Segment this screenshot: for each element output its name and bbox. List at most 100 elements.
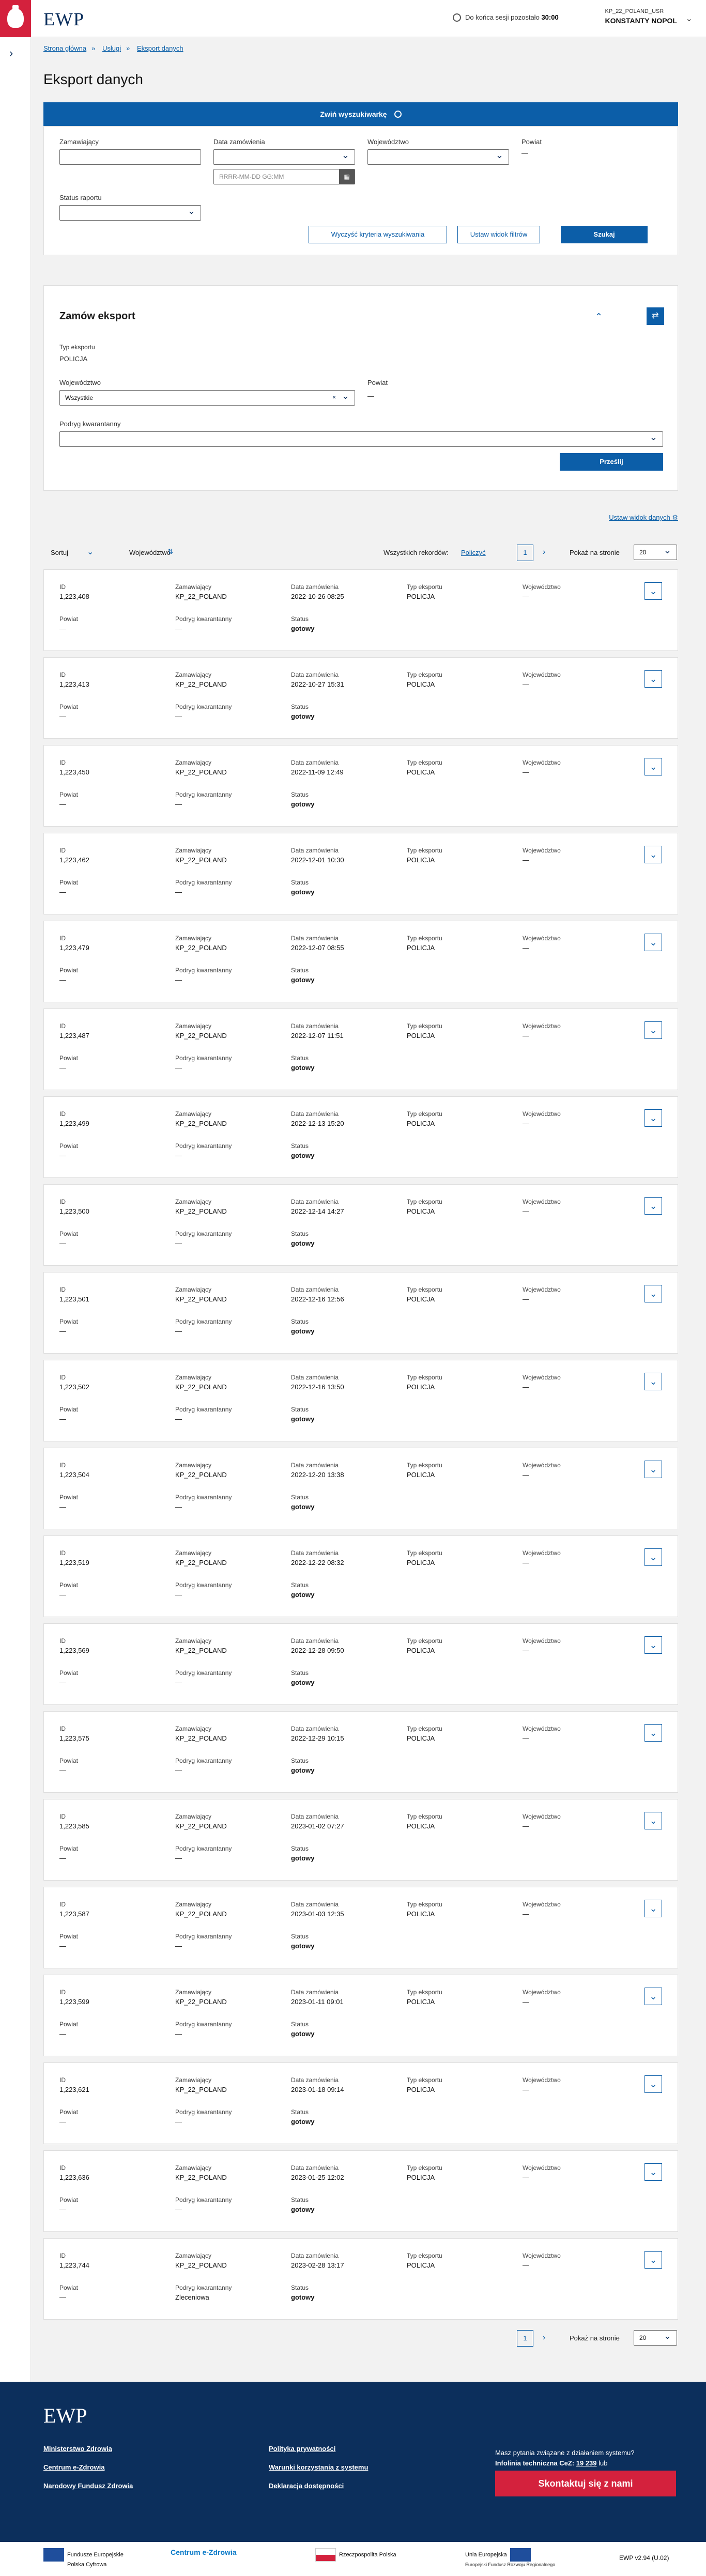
expand-record-button[interactable]: ⌄: [644, 1988, 662, 2005]
field-status: gotowy: [291, 1327, 315, 1335]
voivodeship-order-select[interactable]: Wszystkie ×: [59, 390, 355, 406]
field-zam: KP_22_POLAND: [175, 1822, 227, 1830]
field-powiat: —: [59, 1152, 66, 1159]
next-page-icon-bottom[interactable]: ›: [543, 2333, 545, 2342]
footer-link-cez[interactable]: Centrum e-Zdrowia: [43, 2463, 104, 2471]
field-woj: —: [523, 680, 529, 688]
next-page-icon[interactable]: ›: [543, 548, 545, 557]
sort-direction-icon[interactable]: ⇅: [167, 548, 173, 556]
field-label: ID: [59, 1725, 66, 1732]
calendar-icon[interactable]: ▦: [339, 169, 355, 184]
field-label: Zamawiający: [175, 759, 212, 766]
field-woj: —: [523, 1998, 529, 2006]
clock-icon: [453, 13, 461, 22]
order-date-select[interactable]: [213, 149, 355, 165]
field-powiat: —: [59, 625, 66, 632]
page-title: Eksport danych: [43, 71, 143, 87]
count-link[interactable]: Policzyć: [461, 549, 486, 556]
filter-view-button[interactable]: Ustaw widok filtrów: [457, 226, 540, 243]
clear-criteria-button[interactable]: Wyczyść kryteria wyszukiwania: [309, 226, 447, 243]
quarantine-select[interactable]: [59, 431, 663, 447]
expand-record-button[interactable]: ⌄: [644, 1900, 662, 1917]
per-page-select-bottom[interactable]: 20: [634, 2330, 677, 2346]
expand-record-button[interactable]: ⌄: [644, 1373, 662, 1390]
sort-dropdown-icon[interactable]: ⌄: [87, 547, 94, 557]
field-label: Data zamówienia: [291, 671, 339, 678]
field-label: ID: [59, 1901, 66, 1908]
sidebar-toggle-icon[interactable]: ›: [9, 46, 13, 60]
page-number-bottom[interactable]: 1: [517, 2330, 533, 2347]
expand-record-button[interactable]: ⌄: [644, 1548, 662, 1566]
field-powiat: —: [59, 1679, 66, 1686]
field-label: Powiat: [59, 1669, 79, 1677]
field-label: Data zamówienia: [291, 1637, 339, 1644]
field-label: Status: [291, 2108, 309, 2116]
chevron-down-icon[interactable]: ⌄: [686, 13, 693, 24]
field-label: Podryg kwarantanny: [175, 2021, 232, 2028]
field-label: Województwo: [523, 1022, 561, 1030]
expand-record-button[interactable]: ⌄: [644, 758, 662, 775]
field-powiat: —: [59, 1064, 66, 1072]
rp-logo: Rzeczpospolita Polska: [315, 2548, 396, 2562]
refresh-icon[interactable]: ⇄: [647, 307, 664, 325]
expand-record-button[interactable]: ⌄: [644, 1461, 662, 1478]
field-id: 1,223,450: [59, 768, 89, 776]
expand-record-button[interactable]: ⌄: [644, 1724, 662, 1742]
field-powiat: —: [59, 2206, 66, 2213]
expand-record-button[interactable]: ⌄: [644, 2075, 662, 2093]
user-menu[interactable]: KP_22_POLAND_USR KONSTANTY NOPOL: [605, 8, 678, 25]
expand-record-button[interactable]: ⌄: [644, 1021, 662, 1039]
field-typ: POLICJA: [407, 1120, 435, 1127]
footer-link-terms[interactable]: Warunki korzystania z systemu: [269, 2463, 368, 2471]
submit-order-button[interactable]: Prześlij: [560, 453, 663, 471]
field-woj: —: [523, 1120, 529, 1127]
footer-link-privacy[interactable]: Polityka prywatności: [269, 2445, 335, 2453]
expand-record-button[interactable]: ⌄: [644, 2163, 662, 2181]
footer-link-mz[interactable]: Ministerstwo Zdrowia: [43, 2445, 112, 2453]
field-zam: KP_22_POLAND: [175, 2174, 227, 2181]
expand-record-button[interactable]: ⌄: [644, 670, 662, 688]
field-data: 2022-12-28 09:50: [291, 1647, 344, 1654]
field-id: 1,223,575: [59, 1734, 89, 1742]
per-page-select[interactable]: 20: [634, 545, 677, 560]
expand-record-button[interactable]: ⌄: [644, 582, 662, 600]
clear-icon[interactable]: ×: [332, 394, 336, 401]
footer-link-accessibility[interactable]: Deklaracja dostępności: [269, 2482, 344, 2490]
contact-button[interactable]: Skontaktuj się z nami: [495, 2471, 676, 2496]
breadcrumb-home[interactable]: Strona główna: [43, 44, 86, 52]
breadcrumb-services[interactable]: Usługi: [102, 44, 121, 52]
expand-record-button[interactable]: ⌄: [644, 1109, 662, 1127]
breadcrumb-current[interactable]: Eksport danych: [137, 44, 183, 52]
field-status: gotowy: [291, 976, 315, 984]
footer-link-nfz[interactable]: Narodowy Fundusz Zdrowia: [43, 2482, 133, 2490]
field-powiat: —: [59, 1591, 66, 1599]
report-status-select[interactable]: [59, 205, 201, 221]
collapse-search-button[interactable]: Zwiń wyszukiwarkę: [43, 102, 678, 126]
expand-record-button[interactable]: ⌄: [644, 1636, 662, 1654]
field-label: Województwo: [523, 583, 561, 591]
expand-record-button[interactable]: ⌄: [644, 934, 662, 951]
field-label: ID: [59, 2076, 66, 2084]
session-timer: Do końca sesji pozostało 30:00: [453, 13, 559, 22]
orderer-input[interactable]: [59, 149, 201, 165]
page-number[interactable]: 1: [517, 545, 533, 561]
expand-record-button[interactable]: ⌄: [644, 1197, 662, 1215]
field-label: Powiat: [59, 1494, 79, 1501]
expand-record-button[interactable]: ⌄: [644, 1812, 662, 1829]
expand-record-button[interactable]: ⌄: [644, 846, 662, 863]
expand-record-button[interactable]: ⌄: [644, 1285, 662, 1302]
voivodeship-select[interactable]: [367, 149, 509, 165]
app-version: EWP v2.94 (U.02): [619, 2554, 669, 2562]
search-button[interactable]: Szukaj: [561, 226, 648, 243]
data-view-link[interactable]: Ustaw widok danych ⚙: [609, 514, 678, 522]
field-typ: POLICJA: [407, 768, 435, 776]
field-data: 2022-11-09 12:49: [291, 768, 344, 776]
field-label: Data zamówienia: [291, 1286, 339, 1293]
phone-link[interactable]: 19 239: [576, 2459, 597, 2467]
field-id: 1,223,569: [59, 1647, 89, 1654]
field-powiat: —: [59, 712, 66, 720]
field-id: 1,223,501: [59, 1295, 89, 1303]
date-input[interactable]: RRRR-MM-DD GG:MM ▦: [213, 169, 355, 184]
expand-record-button[interactable]: ⌄: [644, 2251, 662, 2269]
chevron-up-icon[interactable]: ⌃: [595, 312, 603, 322]
